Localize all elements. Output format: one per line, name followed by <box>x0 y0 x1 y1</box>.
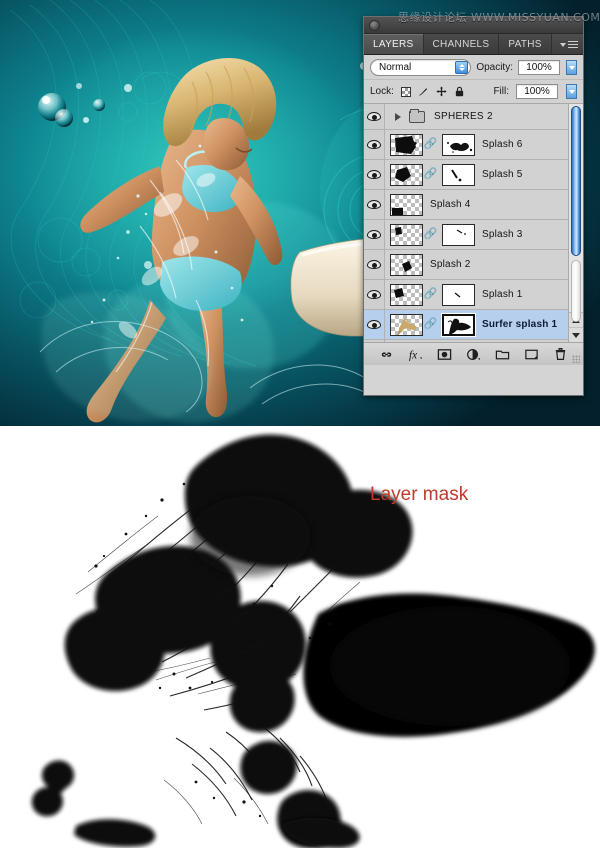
layer-name: Splash 5 <box>482 169 523 180</box>
layer-name: Splash 6 <box>482 139 523 150</box>
layer-name: Splash 3 <box>482 229 523 240</box>
layer-style-fx-icon[interactable]: fx <box>408 347 423 362</box>
new-group-icon[interactable] <box>495 347 510 362</box>
fill-dropdown-icon[interactable] <box>566 84 577 99</box>
layers-scrollbar[interactable] <box>568 104 583 342</box>
new-adjustment-layer-icon[interactable] <box>466 347 481 362</box>
layer-mask-thumbnail-selected[interactable] <box>441 312 476 337</box>
blend-mode-select[interactable]: Normal <box>370 59 472 76</box>
layers-list[interactable]: SPHERES 2 🔗 Splash 6 🔗 Splash 5 Splash 4… <box>364 104 568 342</box>
scrollbar-thumb-secondary[interactable] <box>571 260 581 322</box>
opacity-label: Opacity: <box>476 62 513 73</box>
layer-mask-thumbnail[interactable] <box>442 133 475 156</box>
eye-icon <box>367 230 381 239</box>
layer-row-splash-4[interactable]: Splash 4 <box>364 190 568 220</box>
layer-mask-preview-image: 查字典教程网 jiaocheng.chazidian.com <box>0 426 600 848</box>
link-mask-icon[interactable]: 🔗 <box>424 169 438 180</box>
layers-list-area[interactable]: SPHERES 2 🔗 Splash 6 🔗 Splash 5 Splash 4… <box>364 104 583 342</box>
tab-paths[interactable]: PATHS <box>499 34 552 54</box>
layer-thumbnail[interactable] <box>390 253 423 276</box>
visibility-toggle[interactable] <box>364 104 385 129</box>
panel-body: Normal Opacity: 100% Lock: Fill: 100% SP… <box>364 55 583 365</box>
layer-thumbnail[interactable] <box>390 283 423 306</box>
eye-icon <box>367 200 381 209</box>
layer-name: Splash 2 <box>430 259 471 270</box>
layer-row-splash-2[interactable]: Splash 2 <box>364 250 568 280</box>
eye-icon <box>367 260 381 269</box>
layer-mask-thumbnail[interactable] <box>442 283 475 306</box>
visibility-toggle[interactable] <box>364 130 385 159</box>
layer-mask-annotation-label: Layer mask <box>370 484 469 505</box>
eye-icon <box>367 290 381 299</box>
visibility-toggle[interactable] <box>364 310 385 339</box>
layer-thumbnail[interactable] <box>390 313 423 336</box>
visibility-toggle[interactable] <box>364 220 385 249</box>
resize-grip-icon[interactable] <box>572 355 580 363</box>
layer-row-splash-6[interactable]: 🔗 Splash 6 <box>364 130 568 160</box>
lock-image-pixels-icon[interactable] <box>418 86 429 97</box>
layer-thumbnail[interactable] <box>390 193 423 216</box>
layer-row-surfer-splash-1[interactable]: 🔗 Surfer splash 1 <box>364 310 568 340</box>
layers-panel-toolbar[interactable]: fx <box>364 342 583 365</box>
scrollbar-track[interactable] <box>569 104 583 322</box>
add-layer-mask-icon[interactable] <box>437 347 452 362</box>
link-mask-icon[interactable]: 🔗 <box>424 229 438 240</box>
watermark-top: 思缘设计论坛 WWW.MISSYUAN.COM <box>398 11 600 24</box>
panel-menu-icon[interactable] <box>560 38 578 51</box>
lock-buttons-group[interactable] <box>400 86 487 97</box>
layer-name: SPHERES 2 <box>434 111 493 122</box>
blend-mode-stepper-icon[interactable] <box>455 61 469 74</box>
eye-icon <box>367 320 381 329</box>
eye-icon <box>367 112 381 121</box>
visibility-toggle[interactable] <box>364 190 385 219</box>
fill-label: Fill: <box>493 86 509 97</box>
arrow-down-icon <box>572 332 580 338</box>
lock-all-icon[interactable] <box>454 86 465 97</box>
panel-collapse-button[interactable] <box>369 20 380 31</box>
tab-layers[interactable]: LAYERS <box>364 34 424 54</box>
delete-layer-icon[interactable] <box>553 347 568 362</box>
screenshot-root: 思缘设计论坛 WWW.MISSYUAN.COM LAYERS CHANNELS … <box>0 0 600 848</box>
eye-icon <box>367 170 381 179</box>
layer-thumbnail[interactable] <box>390 133 423 156</box>
layer-name: Surfer splash 1 <box>482 319 558 330</box>
visibility-toggle[interactable] <box>364 250 385 279</box>
layer-mask-thumbnail[interactable] <box>442 163 475 186</box>
mask-artwork <box>0 426 600 848</box>
layer-row-group-spheres2[interactable]: SPHERES 2 <box>364 104 568 130</box>
lock-position-icon[interactable] <box>436 86 447 97</box>
scroll-down-button[interactable] <box>569 328 583 342</box>
layer-row-splash-5[interactable]: 🔗 Splash 5 <box>364 160 568 190</box>
layer-name: Splash 1 <box>482 289 523 300</box>
disclosure-triangle-icon[interactable] <box>395 112 401 121</box>
link-mask-icon[interactable]: 🔗 <box>424 139 438 150</box>
layer-row-splash-1[interactable]: 🔗 Splash 1 <box>364 280 568 310</box>
fill-input[interactable]: 100% <box>516 84 558 99</box>
blend-mode-value: Normal <box>379 62 412 73</box>
layer-name: Splash 4 <box>430 199 471 210</box>
folder-icon <box>409 108 425 123</box>
blend-opacity-row: Normal Opacity: 100% <box>364 55 583 80</box>
layer-thumbnail[interactable] <box>390 163 423 186</box>
layer-mask-thumbnail[interactable] <box>442 223 475 246</box>
lock-transparent-pixels-icon[interactable] <box>400 86 411 97</box>
visibility-toggle[interactable] <box>364 160 385 189</box>
new-layer-icon[interactable] <box>524 347 539 362</box>
panel-tab-bar[interactable]: LAYERS CHANNELS PATHS <box>364 34 583 55</box>
link-mask-icon[interactable]: 🔗 <box>424 319 438 330</box>
link-mask-icon[interactable]: 🔗 <box>424 289 438 300</box>
layer-thumbnail[interactable] <box>390 223 423 246</box>
opacity-dropdown-icon[interactable] <box>566 60 577 75</box>
scrollbar-thumb[interactable] <box>571 106 581 256</box>
photoshop-layers-panel[interactable]: LAYERS CHANNELS PATHS Normal Opacity: 10… <box>363 16 584 396</box>
opacity-input[interactable]: 100% <box>518 60 560 75</box>
layer-row-splash-3[interactable]: 🔗 Splash 3 <box>364 220 568 250</box>
lock-fill-row: Lock: Fill: 100% <box>364 80 583 104</box>
eye-icon <box>367 140 381 149</box>
lock-label: Lock: <box>370 86 394 97</box>
tab-channels[interactable]: CHANNELS <box>423 34 500 54</box>
visibility-toggle[interactable] <box>364 280 385 309</box>
svg-text:fx: fx <box>409 349 417 361</box>
link-layers-icon[interactable] <box>379 347 394 362</box>
